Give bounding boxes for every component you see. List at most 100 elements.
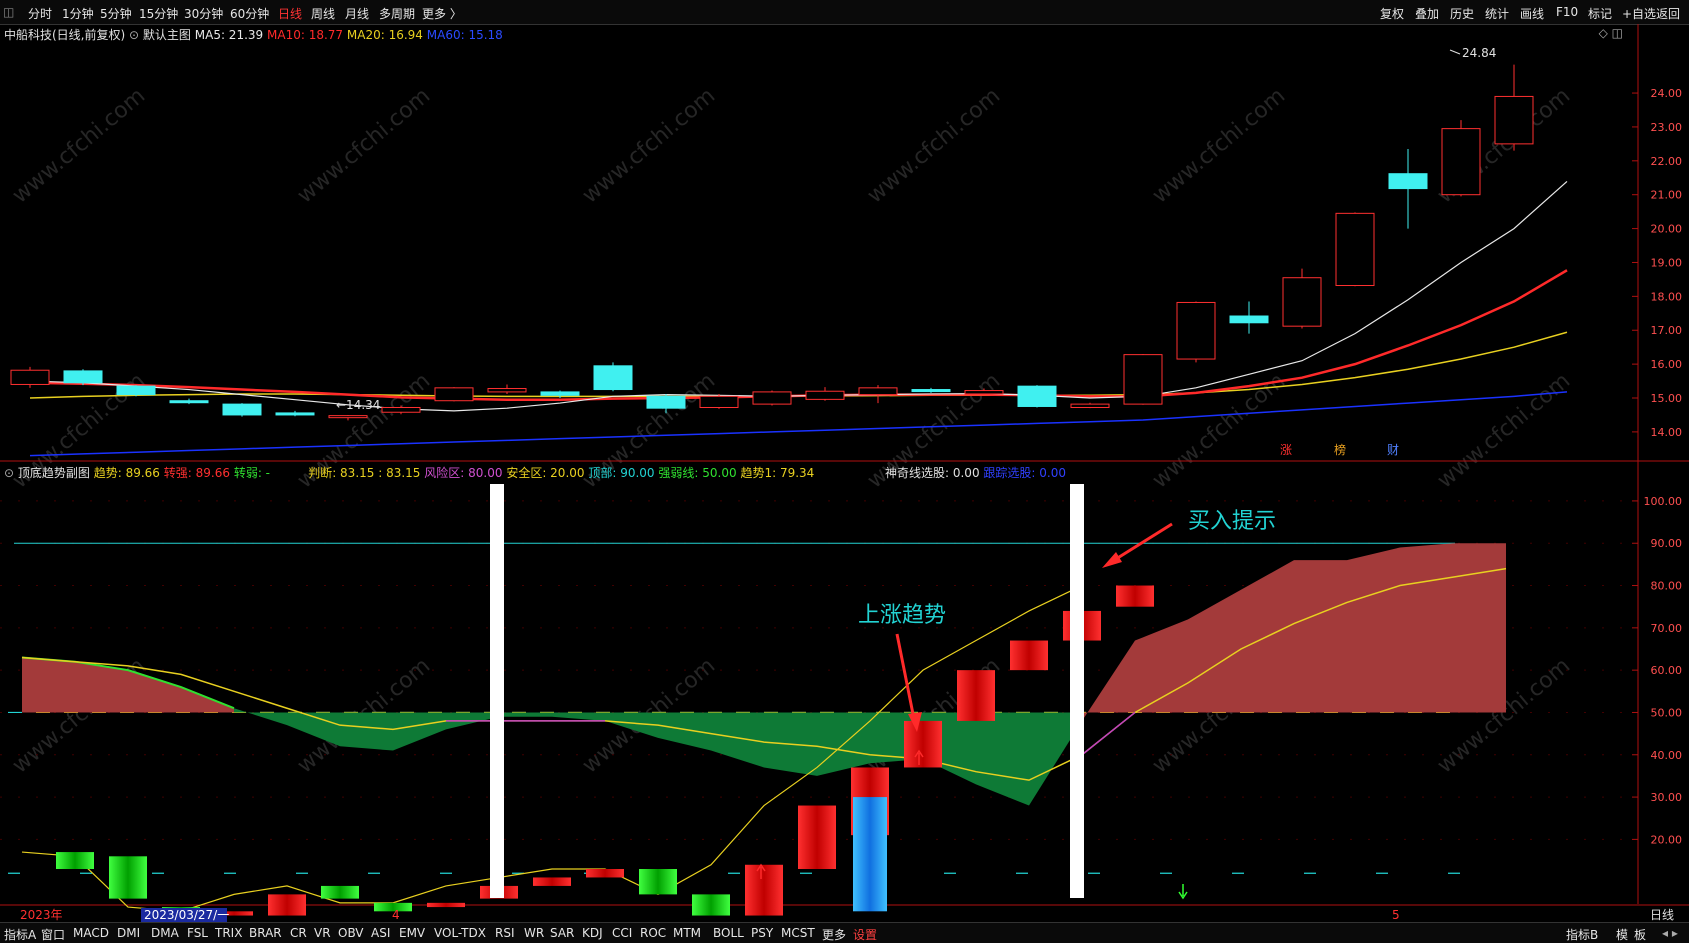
indicator-tick-label: 80.00 (1651, 580, 1683, 593)
candle-body (1123, 354, 1163, 405)
tab-cci[interactable]: CCI (612, 926, 632, 940)
signal-white-bar (1070, 484, 1084, 898)
indicator-trend1: 趋势1: 79.34 (740, 466, 815, 480)
period-tab-monthly[interactable]: 月线 (345, 5, 369, 22)
tab-template-mo[interactable]: 模 (1616, 926, 1628, 943)
tab-sar[interactable]: SAR (550, 926, 574, 940)
tab-window[interactable]: 窗口 (41, 926, 65, 943)
tool-overlay-button[interactable]: 叠加 (1415, 5, 1439, 22)
period-tab-30min[interactable]: 30分钟 (184, 5, 223, 22)
period-tab-more[interactable]: 更多 〉 (422, 5, 462, 22)
candle-body (1335, 212, 1375, 287)
uptrend-annotation: 上涨趋势 (858, 603, 946, 628)
nav-arrows-icon[interactable]: ◂ ▸ (1662, 926, 1678, 940)
candle-body (487, 388, 527, 393)
indicator-safe: 安全区: 20.00 (506, 466, 585, 480)
tab-wr[interactable]: WR (524, 926, 544, 940)
indicator-tick-label: 20.00 (1651, 833, 1683, 846)
indicator-judge: 判断: 83.15 : 83.15 (308, 466, 421, 480)
tab-dma[interactable]: DMA (151, 926, 179, 940)
down-arrow-icon (1178, 884, 1188, 900)
price-tick-label: 21.00 (1651, 189, 1683, 202)
cursor-date-label: 2023/03/27/一 (144, 908, 229, 922)
window-control-icon[interactable]: ◫ (3, 5, 14, 19)
tool-f10-button[interactable]: F10 (1556, 5, 1578, 19)
price-tick-label: 23.00 (1651, 121, 1683, 134)
candle-body (1388, 173, 1428, 190)
tool-add-watch-button[interactable]: +自选 (1622, 5, 1656, 22)
watermark-text: www.cfchi.com (8, 83, 150, 208)
maximize-icon[interactable]: ◫ (1612, 26, 1623, 40)
period-tab-daily[interactable]: 日线 (278, 5, 302, 22)
marker-zhang[interactable]: 涨 (1280, 442, 1292, 457)
tab-rsi[interactable]: RSI (495, 926, 515, 940)
candlestick-series (10, 64, 1534, 421)
tab-mcst[interactable]: MCST (781, 926, 815, 940)
tab-vol-tdx[interactable]: VOL-TDX (434, 926, 486, 940)
ma60-value: MA60: 15.18 (426, 28, 503, 42)
high-price-label: 24.84 (1462, 46, 1496, 60)
period-tab-weekly[interactable]: 周线 (311, 5, 335, 22)
indicator-tick-label: 100.00 (1644, 495, 1683, 508)
tab-vr[interactable]: VR (314, 926, 331, 940)
candle-body (911, 389, 951, 393)
tool-history-button[interactable]: 历史 (1450, 5, 1474, 22)
chart-label[interactable]: 默认主图 (143, 28, 191, 42)
period-toolbar: ◫ 分时 1分钟 5分钟 15分钟 30分钟 60分钟 日线 周线 月线 多周期… (0, 0, 1689, 25)
stock-title[interactable]: 中船科技(日线,前复权) (4, 28, 125, 42)
indicator-legend-extra: 神奇线选股: 0.00 跟踪选股: 0.00 (885, 464, 1066, 481)
price-tick-label: 16.00 (1651, 358, 1683, 371)
period-tab-15min[interactable]: 15分钟 (139, 5, 178, 22)
tool-mark-button[interactable]: 标记 (1588, 5, 1612, 22)
tab-roc[interactable]: ROC (640, 926, 666, 940)
period-tab-60min[interactable]: 60分钟 (230, 5, 269, 22)
marker-cai[interactable]: 财 (1387, 443, 1399, 457)
tab-fsl[interactable]: FSL (187, 926, 208, 940)
tab-emv[interactable]: EMV (399, 926, 425, 940)
tab-mtm[interactable]: MTM (673, 926, 701, 940)
period-tab-5min[interactable]: 5分钟 (100, 5, 132, 22)
tab-asi[interactable]: ASI (371, 926, 390, 940)
period-tab-fenshi[interactable]: 分时 (28, 5, 52, 22)
tool-fuquan-button[interactable]: 复权 (1380, 5, 1404, 22)
tab-dmi[interactable]: DMI (117, 926, 140, 940)
tab-more[interactable]: 更多 (822, 926, 846, 943)
indicator-strong: 转强: 89.66 (163, 466, 230, 480)
signal-bar (533, 877, 571, 886)
tab-obv[interactable]: OBV (338, 926, 364, 940)
tab-macd[interactable]: MACD (73, 926, 109, 940)
tab-cr[interactable]: CR (290, 926, 307, 940)
tab-indicator-b[interactable]: 指标B (1566, 926, 1598, 943)
tab-brar[interactable]: BRAR (249, 926, 282, 940)
signal-bar (321, 885, 359, 899)
diamond-icon[interactable]: ◇ (1599, 26, 1608, 40)
tool-stats-button[interactable]: 统计 (1485, 5, 1509, 22)
indicator-tick-label: 50.00 (1651, 706, 1683, 719)
candle-body (699, 395, 739, 408)
signal-bar (109, 856, 147, 899)
watermark-text: www.cfchi.com (1148, 83, 1290, 208)
ma20-value: MA20: 16.94 (346, 28, 423, 42)
period-tab-1min[interactable]: 1分钟 (62, 5, 94, 22)
tab-kdj[interactable]: KDJ (582, 926, 603, 940)
ma10-value: MA10: 18.77 (267, 28, 344, 42)
marker-bang[interactable]: 榜 (1334, 442, 1346, 457)
tab-indicator-a[interactable]: 指标A (4, 926, 36, 943)
tool-back-button[interactable]: 返回 (1656, 5, 1680, 22)
indicator-mode-icon[interactable]: ⊙ (4, 466, 14, 480)
watermark-text: www.cfchi.com (293, 83, 435, 208)
candle-body (540, 391, 580, 396)
tab-template-ban[interactable]: 板 (1634, 926, 1646, 943)
tab-settings[interactable]: 设置 (853, 926, 877, 943)
tab-boll[interactable]: BOLL (713, 926, 744, 940)
chart-mode-icon[interactable]: ⊙ (129, 28, 139, 42)
tool-draw-button[interactable]: 画线 (1520, 5, 1544, 22)
signal-bar-blue (853, 797, 887, 912)
indicator-name[interactable]: 顶底趋势副图 (18, 466, 90, 480)
tab-trix[interactable]: TRIX (215, 926, 242, 940)
candle-body (63, 370, 103, 384)
tab-psy[interactable]: PSY (751, 926, 773, 940)
candle-body (10, 369, 50, 385)
indicator-tick-label: 30.00 (1651, 791, 1683, 804)
period-tab-multi[interactable]: 多周期 (379, 5, 415, 22)
